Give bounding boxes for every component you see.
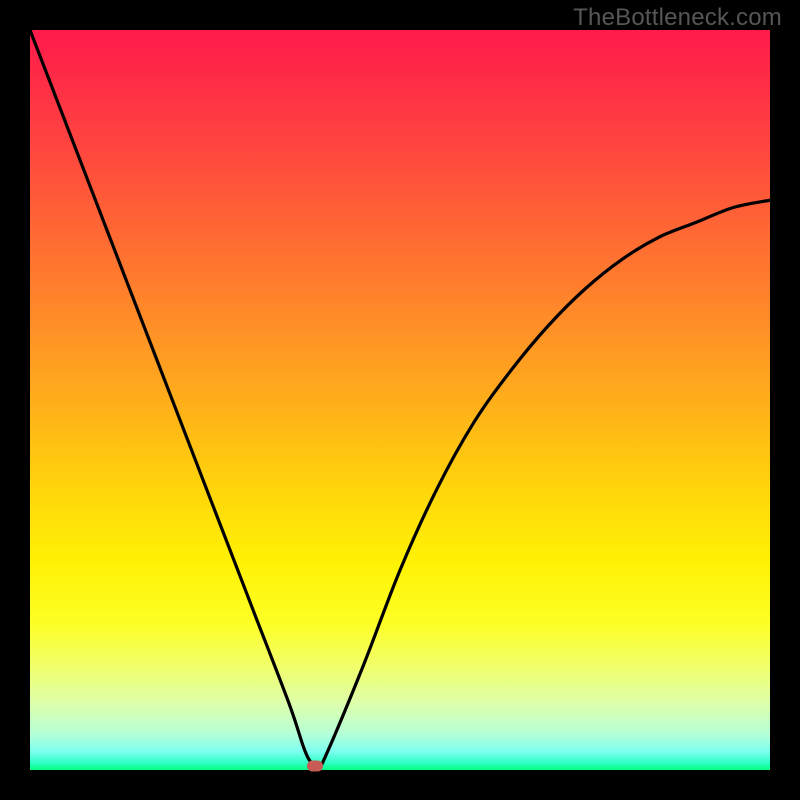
optimum-marker — [307, 761, 323, 772]
bottleneck-curve — [30, 30, 770, 767]
chart-frame: TheBottleneck.com — [0, 0, 800, 800]
watermark-text: TheBottleneck.com — [573, 4, 782, 32]
curve-svg — [30, 30, 770, 770]
plot-area — [30, 30, 770, 770]
